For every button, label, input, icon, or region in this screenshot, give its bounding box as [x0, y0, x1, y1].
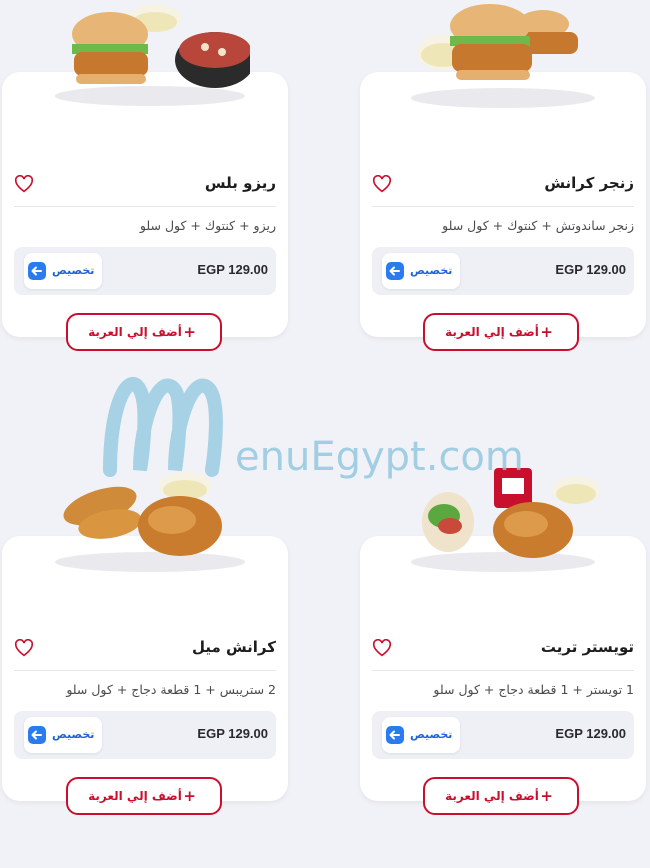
- divider: [14, 670, 276, 671]
- add-to-cart-button[interactable]: + أضف إلي العربة: [66, 313, 222, 351]
- customize-button[interactable]: تخصيص: [382, 253, 460, 289]
- add-to-cart-button[interactable]: + أضف إلي العربة: [423, 777, 579, 815]
- add-to-cart-label: أضف إلي العربة: [445, 325, 539, 339]
- item-price: EGP 129.00: [555, 262, 626, 277]
- item-price: EGP 129.00: [555, 726, 626, 741]
- add-to-cart-label: أضف إلي العربة: [88, 789, 182, 803]
- divider: [14, 206, 276, 207]
- item-title: ريزو بلس: [204, 174, 276, 192]
- arrow-left-icon: [386, 262, 404, 280]
- zinger-crunch-food-image: [398, 0, 608, 110]
- add-to-cart-button[interactable]: + أضف إلي العربة: [66, 777, 222, 815]
- customize-label: تخصيص: [410, 264, 453, 277]
- customize-button[interactable]: تخصيص: [24, 253, 102, 289]
- menu-card-twister-treat: تويستر تريت 1 تويستر + 1 قطعة دجاج + كول…: [360, 468, 646, 801]
- item-price: EGP 129.00: [197, 262, 268, 277]
- favorite-heart-icon[interactable]: [372, 174, 392, 193]
- rizo-plus-food-image: [40, 0, 255, 110]
- price-row: EGP 129.00 تخصيص: [14, 247, 276, 295]
- item-title: زنجر كرانش: [544, 174, 634, 192]
- menu-card-crunch-meal: كرانش ميل 2 ستريبس + 1 قطعة دجاج + كول س…: [2, 472, 288, 801]
- arrow-left-icon: [28, 726, 46, 744]
- twister-treat-food-image: [398, 464, 608, 574]
- item-title: كرانش ميل: [191, 638, 276, 656]
- customize-label: تخصيص: [410, 728, 453, 741]
- add-to-cart-label: أضف إلي العربة: [88, 325, 182, 339]
- item-description: 2 ستريبس + 1 قطعة دجاج + كول سلو: [66, 682, 276, 697]
- arrow-left-icon: [28, 262, 46, 280]
- item-description: ريزو + كنتوك + كول سلو: [139, 218, 276, 233]
- crunch-meal-food-image: [40, 464, 250, 574]
- add-to-cart-button[interactable]: + أضف إلي العربة: [423, 313, 579, 351]
- divider: [372, 206, 634, 207]
- add-to-cart-label: أضف إلي العربة: [445, 789, 539, 803]
- menu-card-zinger-crunch: زنجر كرانش زنجر ساندوتش + كنتوك + كول سل…: [360, 4, 646, 337]
- price-row: EGP 129.00 تخصيص: [372, 247, 634, 295]
- favorite-heart-icon[interactable]: [14, 638, 34, 657]
- customize-label: تخصيص: [52, 728, 95, 741]
- favorite-heart-icon[interactable]: [372, 638, 392, 657]
- customize-label: تخصيص: [52, 264, 95, 277]
- item-title: تويستر تريت: [540, 638, 634, 656]
- menu-card-rizo-plus: ريزو بلس ريزو + كنتوك + كول سلو EGP 129.…: [2, 4, 288, 337]
- divider: [372, 670, 634, 671]
- customize-button[interactable]: تخصيص: [382, 717, 460, 753]
- arrow-left-icon: [386, 726, 404, 744]
- favorite-heart-icon[interactable]: [14, 174, 34, 193]
- item-description: زنجر ساندوتش + كنتوك + كول سلو: [442, 218, 634, 233]
- price-row: EGP 129.00 تخصيص: [372, 711, 634, 759]
- customize-button[interactable]: تخصيص: [24, 717, 102, 753]
- item-price: EGP 129.00: [197, 726, 268, 741]
- item-description: 1 تويستر + 1 قطعة دجاج + كول سلو: [433, 682, 634, 697]
- price-row: EGP 129.00 تخصيص: [14, 711, 276, 759]
